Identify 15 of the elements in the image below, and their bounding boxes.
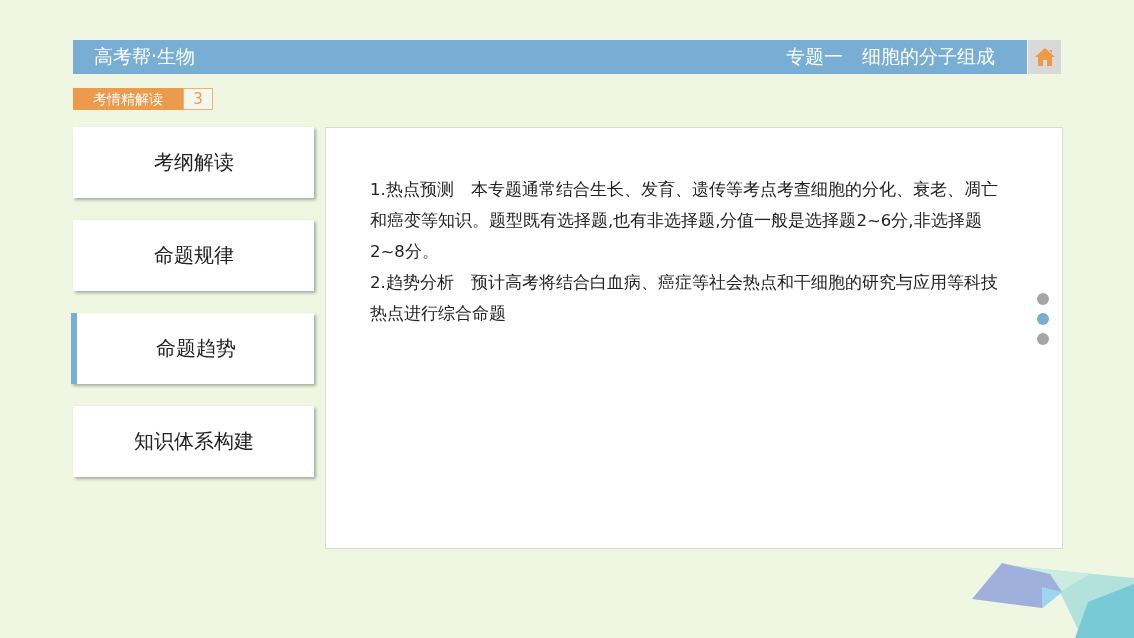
page-dot[interactable] (1037, 313, 1049, 325)
page-dot[interactable] (1037, 333, 1049, 345)
course-title: 高考帮·生物 (94, 44, 196, 69)
nav-item[interactable]: 命题趋势 (71, 313, 314, 384)
page-dot[interactable] (1037, 293, 1049, 305)
page-number: 3 (183, 88, 213, 110)
home-icon (1033, 47, 1056, 67)
nav-item[interactable]: 知识体系构建 (73, 406, 314, 477)
nav-item[interactable]: 命题规律 (73, 220, 314, 291)
section-tag: 考情精解读 (73, 88, 183, 110)
paragraph: 1.热点预测 本专题通常结合生长、发育、遗传等考点考查细胞的分化、衰老、凋亡和癌变等知识。题型既有选择题,也有非选择题,分值一般是选择题2~6分,非选择题2~8分。 (370, 179, 999, 263)
nav-item[interactable]: 考纲解读 (73, 127, 314, 198)
paragraph: 2.趋势分析 预计高考将结合白血病、癌症等社会热点和干细胞的研究与应用等科技热点进行综合命题 (370, 272, 999, 325)
topic-title: 专题一 细胞的分子组成 (786, 44, 995, 69)
home-button[interactable] (1028, 40, 1061, 74)
